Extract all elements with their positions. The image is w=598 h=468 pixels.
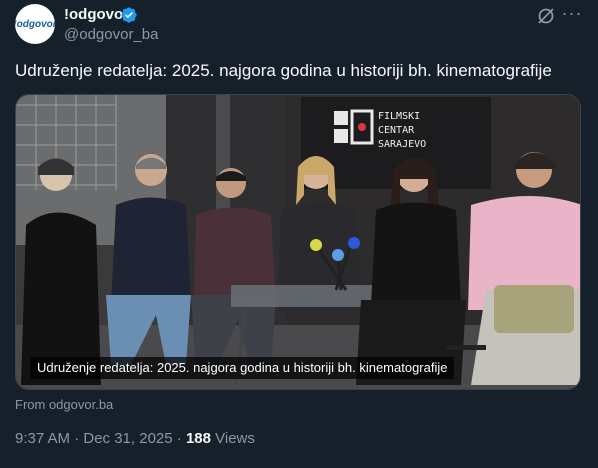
more-icon[interactable]: ···: [560, 4, 584, 28]
tweet-header: !odgovor !odgovor @odgovor_ba ···: [15, 4, 583, 46]
media-caption: Udruženje redatelja: 2025. najgora godin…: [30, 357, 455, 379]
author-handle[interactable]: @odgovor_ba: [64, 26, 158, 43]
views-label: Views: [210, 430, 255, 447]
tweet-media[interactable]: FILMSKI CENTAR SARAJEVO Udruženje redate…: [15, 94, 581, 390]
sign-line-3: SARAJEVO: [378, 139, 426, 150]
tweet-text: Udruženje redatelja: 2025. najgora godin…: [15, 61, 552, 80]
sign-line-2: CENTAR: [378, 125, 415, 136]
tweet-meta: 9:37 AM · Dec 31, 2025 · 188 Views: [15, 430, 255, 447]
grok-icon[interactable]: [534, 4, 558, 28]
sign-line-1: FILMSKI: [378, 111, 420, 122]
views-count: 188: [185, 430, 211, 447]
verified-badge-icon: [121, 7, 137, 23]
avatar-logo-text: !odgovor: [15, 18, 55, 30]
press-conference-photo: FILMSKI CENTAR SARAJEVO: [16, 95, 580, 389]
avatar[interactable]: !odgovor: [15, 4, 55, 44]
link-source[interactable]: From odgovor.ba: [15, 397, 113, 412]
timestamp[interactable]: 9:37 AM · Dec 31, 2025 ·: [15, 430, 186, 447]
